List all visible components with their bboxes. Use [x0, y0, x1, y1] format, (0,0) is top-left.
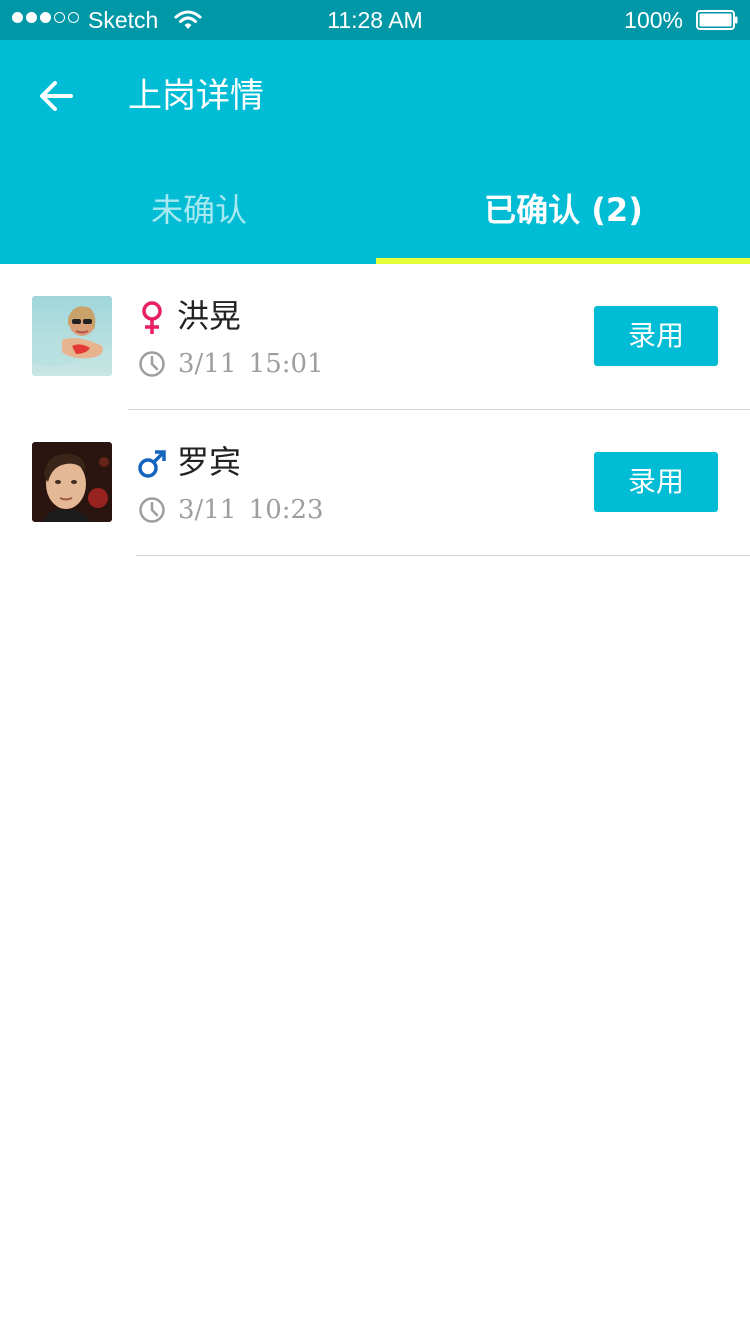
tab-confirmed[interactable]: 已确认 (2)	[376, 164, 750, 264]
list-item[interactable]: 罗宾 3/11 10:23 录用	[0, 410, 750, 556]
clock-icon	[139, 351, 165, 377]
status-bar: Sketch 11:28 AM 100%	[0, 0, 750, 40]
tab-unconfirmed[interactable]: 未确认	[24, 164, 374, 264]
back-button[interactable]	[28, 72, 84, 120]
avatar	[32, 296, 112, 376]
male-icon	[138, 450, 166, 478]
list-item[interactable]: 洪晃 3/11 15:01 录用	[0, 264, 750, 410]
app-header: 上岗详情 未确认 已确认 (2)	[0, 40, 750, 264]
divider	[136, 555, 750, 556]
hire-button[interactable]: 录用	[594, 452, 718, 512]
battery-percentage: 100%	[624, 7, 683, 33]
confirmed-time: 3/11 15:01	[178, 349, 324, 379]
female-icon	[142, 301, 162, 334]
candidate-name: 洪晃	[177, 297, 242, 335]
battery-icon	[696, 10, 738, 30]
confirmed-time: 3/11 10:23	[178, 495, 324, 525]
page-title: 上岗详情	[128, 76, 264, 116]
arrow-left-icon	[40, 81, 73, 111]
avatar	[32, 442, 112, 522]
clock-icon	[139, 497, 165, 523]
hire-button[interactable]: 录用	[594, 306, 718, 366]
candidate-name: 罗宾	[177, 443, 242, 481]
